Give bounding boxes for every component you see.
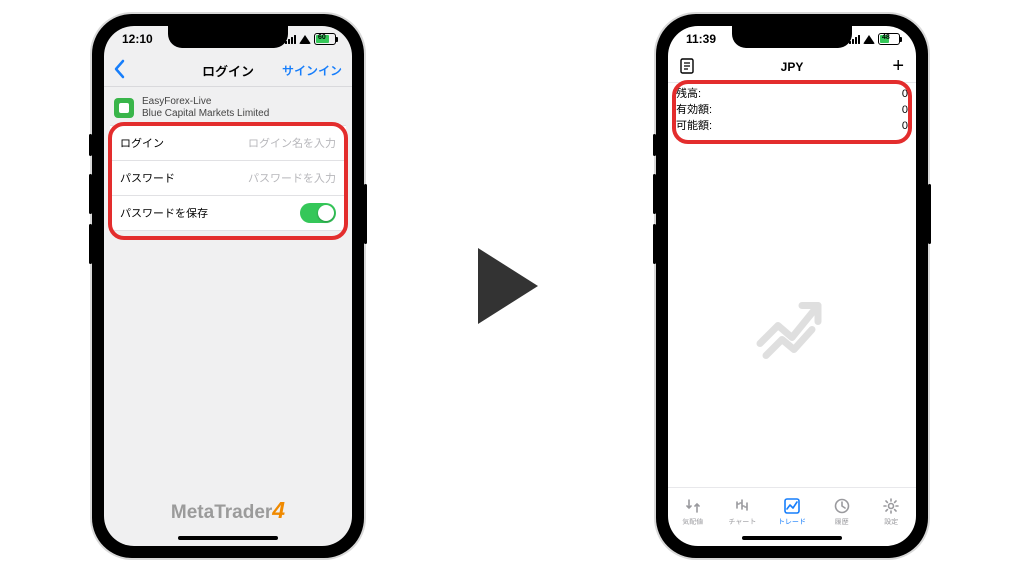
- trade-icon: [783, 497, 801, 515]
- tab-settings[interactable]: 設定: [866, 488, 916, 536]
- save-password-row: パスワードを保存: [110, 195, 346, 231]
- status-time: 12:10: [122, 32, 153, 46]
- password-row[interactable]: パスワード パスワードを入力: [110, 160, 346, 196]
- server-icon: [114, 98, 134, 118]
- screen-login: 12:10 60 ログイン サインイン EasyForex-Live Bl: [104, 26, 352, 546]
- history-icon: [833, 497, 851, 515]
- signin-button[interactable]: サインイン: [282, 62, 342, 79]
- watermark-icon: [752, 285, 832, 370]
- settings-icon: [882, 497, 900, 515]
- password-label: パスワード: [120, 170, 175, 186]
- quotes-icon: [684, 497, 702, 515]
- login-label: ログイン: [120, 135, 164, 151]
- brand-logo: MetaTrader4: [104, 497, 352, 524]
- phone-left: 12:10 60 ログイン サインイン EasyForex-Live Bl: [92, 14, 364, 558]
- screen-trade: 11:39 48 JPY + 残高:0 有効額:0 可能額:0: [668, 26, 916, 546]
- equity-row: 有効額:0: [676, 102, 908, 118]
- server-name: EasyForex-Live: [142, 96, 269, 108]
- save-password-toggle[interactable]: [300, 203, 336, 223]
- tab-chart[interactable]: チャート: [718, 488, 768, 536]
- phone-right: 11:39 48 JPY + 残高:0 有効額:0 可能額:0: [656, 14, 928, 558]
- add-button[interactable]: +: [892, 56, 904, 76]
- server-company: Blue Capital Markets Limited: [142, 108, 269, 120]
- tab-bar: 気配値 チャート トレード 履歴 設定: [668, 487, 916, 536]
- login-placeholder: ログイン名を入力: [248, 135, 336, 151]
- nav-title: JPY: [668, 60, 916, 74]
- balance-row: 残高:0: [676, 86, 908, 102]
- tab-trade[interactable]: トレード: [767, 488, 817, 536]
- nav-bar: JPY +: [668, 52, 916, 83]
- balance-block: 残高:0 有効額:0 可能額:0: [676, 86, 908, 134]
- battery-icon: 48: [878, 33, 902, 45]
- save-password-label: パスワードを保存: [120, 205, 208, 221]
- tab-history[interactable]: 履歴: [817, 488, 867, 536]
- tab-quotes[interactable]: 気配値: [668, 488, 718, 536]
- battery-icon: 60: [314, 33, 338, 45]
- password-placeholder: パスワードを入力: [248, 170, 336, 186]
- home-indicator: [742, 536, 842, 540]
- wifi-icon: [863, 35, 875, 44]
- home-indicator: [178, 536, 278, 540]
- nav-bar: ログイン サインイン: [104, 52, 352, 87]
- free-margin-row: 可能額:0: [676, 118, 908, 134]
- server-row[interactable]: EasyForex-Live Blue Capital Markets Limi…: [104, 92, 352, 124]
- arrow-icon: [478, 248, 538, 324]
- wifi-icon: [299, 35, 311, 44]
- chart-icon: [733, 497, 751, 515]
- status-time: 11:39: [686, 32, 716, 46]
- login-row[interactable]: ログイン ログイン名を入力: [110, 125, 346, 161]
